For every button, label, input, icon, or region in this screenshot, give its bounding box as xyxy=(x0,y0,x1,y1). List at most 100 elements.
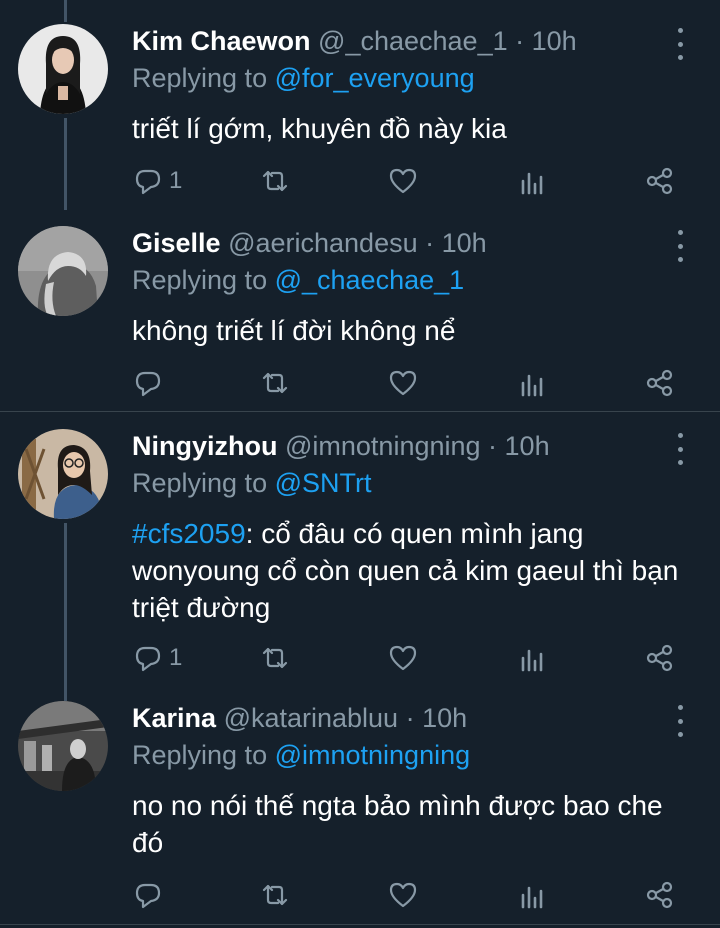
replying-to-label: Replying to xyxy=(132,468,275,498)
display-name[interactable]: Ningyizhou xyxy=(132,431,277,461)
like-icon xyxy=(389,882,417,908)
reply-icon xyxy=(135,169,161,195)
avatar[interactable] xyxy=(18,24,108,114)
timestamp[interactable]: 10h xyxy=(422,703,467,733)
tweet[interactable]: Ningyizhou @imnotningning · 10h Replying… xyxy=(0,405,720,687)
like-button[interactable] xyxy=(388,161,418,201)
tweet[interactable]: Karina @katarinabluu · 10h Replying to @… xyxy=(0,677,720,917)
replying-to: Replying to @SNTrt xyxy=(132,468,372,499)
separator: · xyxy=(480,431,505,461)
tweet-body: triết lí gớm, khuyên đồ này kia xyxy=(132,113,507,144)
more-icon[interactable] xyxy=(668,230,692,262)
analytics-button[interactable] xyxy=(517,363,547,403)
replying-to: Replying to @for_everyoung xyxy=(132,63,475,94)
reply-button[interactable]: 1 xyxy=(133,638,182,678)
share-icon xyxy=(646,881,673,909)
tweet-header: Kim Chaewon @_chaechae_1 · 10h xyxy=(132,26,577,57)
tweet[interactable]: Giselle @aerichandesu · 10h Replying to … xyxy=(0,202,720,412)
replying-to: Replying to @imnotningning xyxy=(132,740,470,771)
tweet-text: triết lí gớm, khuyên đồ này kia xyxy=(132,110,692,147)
user-handle[interactable]: @imnotningning xyxy=(285,431,481,461)
share-icon xyxy=(646,369,673,397)
tweet-header: Ningyizhou @imnotningning · 10h xyxy=(132,431,550,462)
separator: · xyxy=(398,703,423,733)
replying-to-handle[interactable]: @_chaechae_1 xyxy=(275,265,465,295)
reply-thread-feed: Kim Chaewon @_chaechae_1 · 10h Replying … xyxy=(0,0,720,928)
more-icon[interactable] xyxy=(668,705,692,737)
retweet-button[interactable] xyxy=(260,875,290,915)
avatar[interactable] xyxy=(18,429,108,519)
like-button[interactable] xyxy=(388,638,418,678)
separator: · xyxy=(417,228,442,258)
tweet-body: no no nói thế ngta bảo mình được bao che… xyxy=(132,790,663,858)
like-icon xyxy=(389,168,417,194)
tweet-actions xyxy=(0,363,720,403)
tweet-actions: 1 xyxy=(0,638,720,678)
replying-to-handle[interactable]: @SNTrt xyxy=(275,468,372,498)
divider xyxy=(0,924,720,925)
reply-button[interactable]: 1 xyxy=(133,161,182,201)
tweet-text: no no nói thế ngta bảo mình được bao che… xyxy=(132,787,692,861)
more-icon[interactable] xyxy=(668,28,692,60)
replying-to-handle[interactable]: @for_everyoung xyxy=(275,63,475,93)
replying-to-label: Replying to xyxy=(132,63,275,93)
thread-line xyxy=(64,0,67,22)
share-button[interactable] xyxy=(645,638,675,678)
analytics-icon xyxy=(521,172,543,195)
share-button[interactable] xyxy=(645,363,675,403)
reply-count: 1 xyxy=(169,167,183,194)
retweet-icon xyxy=(262,372,288,394)
reply-icon xyxy=(135,646,161,672)
analytics-button[interactable] xyxy=(517,875,547,915)
separator: · xyxy=(507,26,532,56)
replying-to-label: Replying to xyxy=(132,265,275,295)
tweet-actions xyxy=(0,875,720,915)
tweet[interactable]: Kim Chaewon @_chaechae_1 · 10h Replying … xyxy=(0,0,720,210)
reply-icon xyxy=(135,371,161,397)
analytics-button[interactable] xyxy=(517,638,547,678)
user-handle[interactable]: @aerichandesu xyxy=(228,228,418,258)
analytics-button[interactable] xyxy=(517,161,547,201)
retweet-icon xyxy=(262,647,288,669)
share-button[interactable] xyxy=(645,875,675,915)
tweet-text: không triết lí đời không nể xyxy=(132,312,692,349)
tweet-header: Karina @katarinabluu · 10h xyxy=(132,703,467,734)
avatar[interactable] xyxy=(18,701,108,791)
replying-to-handle[interactable]: @imnotningning xyxy=(275,740,471,770)
hashtag-link[interactable]: #cfs2059 xyxy=(132,518,246,549)
tweet-actions: 1 xyxy=(0,161,720,201)
retweet-icon xyxy=(262,884,288,906)
analytics-icon xyxy=(521,374,543,397)
analytics-icon xyxy=(521,649,543,672)
like-icon xyxy=(389,645,417,671)
reply-count: 1 xyxy=(169,644,183,671)
replying-to-label: Replying to xyxy=(132,740,275,770)
display-name[interactable]: Giselle xyxy=(132,228,221,258)
analytics-icon xyxy=(521,886,543,909)
share-button[interactable] xyxy=(645,161,675,201)
thread-line xyxy=(64,677,67,701)
avatar[interactable] xyxy=(18,226,108,316)
retweet-button[interactable] xyxy=(260,161,290,201)
like-icon xyxy=(389,370,417,396)
reply-button[interactable] xyxy=(133,875,169,915)
timestamp[interactable]: 10h xyxy=(505,431,550,461)
timestamp[interactable]: 10h xyxy=(442,228,487,258)
tweet-header: Giselle @aerichandesu · 10h xyxy=(132,228,487,259)
reply-button[interactable] xyxy=(133,363,169,403)
user-handle[interactable]: @_chaechae_1 xyxy=(318,26,508,56)
retweet-button[interactable] xyxy=(260,638,290,678)
timestamp[interactable]: 10h xyxy=(532,26,577,56)
replying-to: Replying to @_chaechae_1 xyxy=(132,265,464,296)
retweet-icon xyxy=(262,170,288,192)
more-icon[interactable] xyxy=(668,433,692,465)
tweet-body: không triết lí đời không nể xyxy=(132,315,456,346)
share-icon xyxy=(646,167,673,195)
share-icon xyxy=(646,644,673,672)
user-handle[interactable]: @katarinabluu xyxy=(224,703,399,733)
retweet-button[interactable] xyxy=(260,363,290,403)
display-name[interactable]: Kim Chaewon xyxy=(132,26,311,56)
like-button[interactable] xyxy=(388,363,418,403)
display-name[interactable]: Karina xyxy=(132,703,216,733)
like-button[interactable] xyxy=(388,875,418,915)
